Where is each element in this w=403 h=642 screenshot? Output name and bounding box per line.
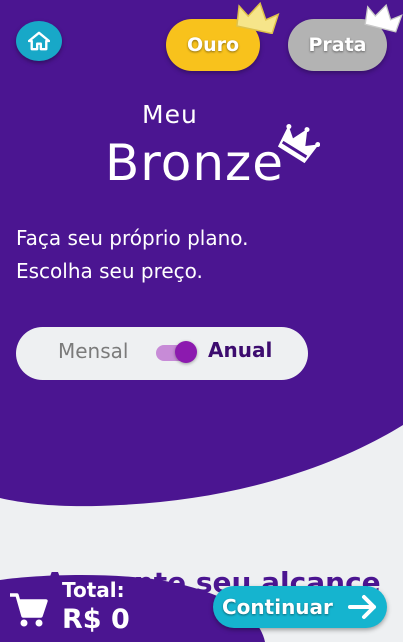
- billing-yearly-label[interactable]: Anual: [208, 338, 272, 362]
- hero-subtitle: Faça seu próprio plano. Escolha seu preç…: [16, 222, 249, 288]
- subtitle-line-1: Faça seu próprio plano.: [16, 226, 249, 250]
- home-icon: [28, 31, 50, 51]
- billing-period-toggle: Mensal Anual: [16, 327, 308, 380]
- crown-icon: [364, 3, 403, 33]
- continue-button[interactable]: Continuar: [213, 586, 387, 628]
- arrow-right-icon: [348, 595, 376, 619]
- cart-icon: [10, 593, 48, 627]
- total-value: R$ 0: [62, 604, 130, 635]
- page-title: Bronze: [105, 134, 285, 192]
- home-button[interactable]: [16, 21, 62, 61]
- billing-switch[interactable]: [156, 341, 197, 363]
- switch-knob[interactable]: [175, 341, 197, 363]
- crown-icon: [277, 124, 320, 164]
- plan-ouro-label: Ouro: [186, 34, 240, 56]
- continue-label: Continuar: [222, 595, 333, 619]
- title-prefix: Meu: [142, 100, 198, 129]
- billing-monthly-label[interactable]: Mensal: [58, 339, 128, 363]
- plan-prata-label: Prata: [308, 34, 367, 56]
- total-label: Total:: [62, 578, 125, 602]
- crown-icon: [236, 1, 280, 34]
- subtitle-line-2: Escolha seu preço.: [16, 259, 203, 283]
